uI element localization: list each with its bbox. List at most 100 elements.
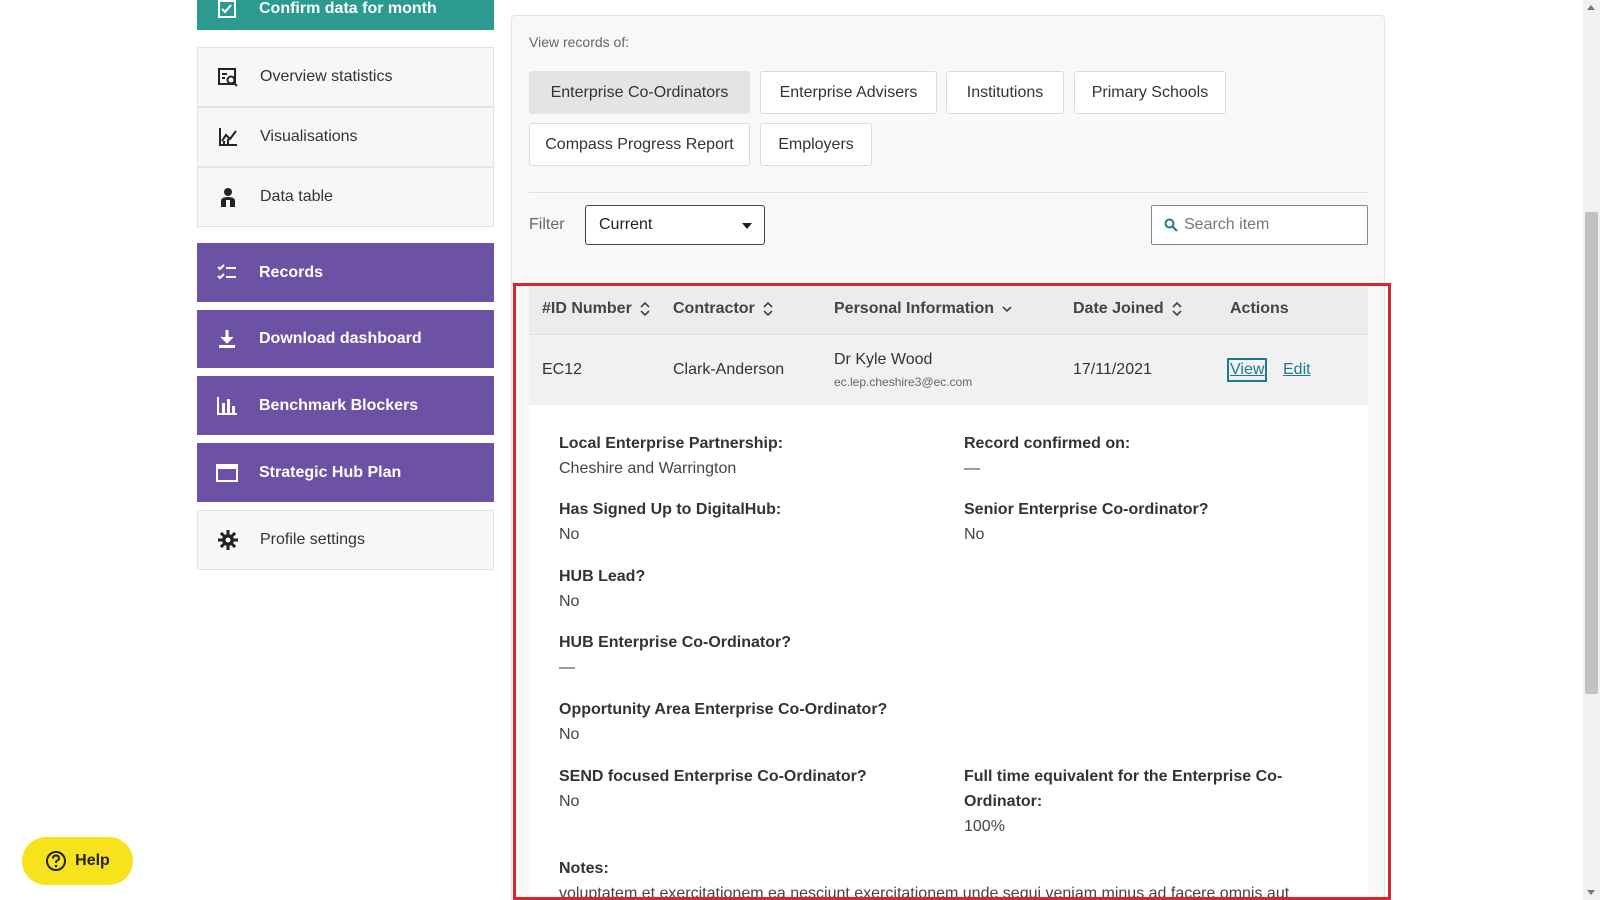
sidebar-item-label: Confirm data for month [259,0,437,17]
column-header-label: Actions [1230,300,1289,317]
help-label: Help [75,852,110,869]
field-label: Has Signed Up to DigitalHub: [559,501,782,518]
sidebar-item-label: Overview statistics [260,68,393,85]
category-enterprise-advisers[interactable]: Enterprise Advisers [760,71,937,114]
field-value: — [964,460,980,477]
field-label: Record confirmed on: [964,435,1131,452]
scroll-up-icon[interactable] [1587,5,1595,10]
column-header-contractor[interactable]: Contractor [673,300,773,318]
table-header: #ID Number Contractor Personal Informati… [529,284,1368,334]
field-label: Senior Enterprise Co-ordinator? [964,501,1209,518]
column-header-label: Contractor [673,300,755,317]
category-compass-progress-report[interactable]: Compass Progress Report [529,123,750,166]
view-link[interactable]: View [1226,358,1268,382]
field-value: 100% [964,818,1005,835]
cell-id: EC12 [542,361,583,378]
column-header-actions: Actions [1230,300,1289,318]
sidebar-item-label: Data table [260,188,333,205]
field-value: No [964,526,985,543]
category-employers[interactable]: Employers [760,123,872,166]
field-label: SEND focused Enterprise Co-Ordinator? [559,768,867,785]
sidebar-item-hub-plan[interactable]: Strategic Hub Plan [197,443,494,502]
scrollbar-thumb[interactable] [1585,212,1598,694]
filter-label: Filter [529,216,565,233]
sidebar-item-label: Records [259,263,324,281]
field-senior-coordinator: Senior Enterprise Co-ordinator? No [964,497,1344,547]
stats-search-icon [216,65,240,89]
field-value: — [559,659,575,676]
column-header-id[interactable]: #ID Number [542,300,650,318]
help-button[interactable]: Help [22,837,133,885]
sidebar-item-records[interactable]: Records [197,243,494,302]
record-details: Local Enterprise Partnership: Cheshire a… [529,405,1368,900]
field-record-confirmed: Record confirmed on: — [964,431,1344,481]
field-value: voluptatem et exercitationem ea nesciunt… [559,885,1290,900]
scrollbar[interactable] [1583,0,1600,900]
field-label: Opportunity Area Enterprise Co-Ordinator… [559,701,888,718]
sidebar-item-benchmark[interactable]: Benchmark Blockers [197,376,494,435]
column-header-label: Date Joined [1073,300,1164,317]
table-row: EC12 Clark-Anderson Dr Kyle Wood ec.lep.… [529,334,1368,405]
window-icon [215,461,239,485]
category-institutions[interactable]: Institutions [946,71,1064,114]
sort-icon [1172,301,1182,317]
field-value: No [559,793,580,810]
field-value: No [559,526,580,543]
column-header-label: Personal Information [834,300,995,317]
divider [529,192,1368,193]
category-enterprise-coordinators[interactable]: Enterprise Co-Ordinators [529,71,750,114]
field-lep: Local Enterprise Partnership: Cheshire a… [559,431,939,481]
field-value: No [559,726,580,743]
gear-icon [216,528,240,552]
field-label: Local Enterprise Partnership: [559,435,784,452]
field-send-focused: SEND focused Enterprise Co-Ordinator? No [559,764,939,814]
records-panel: View records of: Enterprise Co-Ordinator… [511,15,1385,900]
column-header-date[interactable]: Date Joined [1073,300,1182,318]
field-value: No [559,593,580,610]
sidebar-item-profile[interactable]: Profile settings [197,510,494,570]
sidebar-item-confirm-data[interactable]: Confirm data for month [197,0,494,30]
field-value: Cheshire and Warrington [559,460,737,477]
cell-name: Dr Kyle Wood [834,351,933,368]
edit-link[interactable]: Edit [1283,361,1311,379]
sidebar-item-overview[interactable]: Overview statistics [197,47,494,107]
sort-icon [640,301,650,317]
search-box[interactable] [1151,205,1368,245]
bar-chart-icon [215,394,239,418]
field-digitalhub: Has Signed Up to DigitalHub: No [559,497,939,547]
filter-selected-value: Current [599,216,653,233]
chart-icon [216,125,240,149]
cell-date: 17/11/2021 [1073,361,1152,378]
sort-icon [763,301,773,317]
sidebar-item-download[interactable]: Download dashboard [197,310,494,368]
field-hub-lead: HUB Lead? No [559,564,939,614]
view-records-label: View records of: [529,34,630,50]
sidebar-item-data-table[interactable]: Data table [197,167,494,227]
checkbox-icon [215,0,239,21]
search-input[interactable] [1184,216,1354,234]
chevron-down-icon [1002,306,1012,313]
column-header-label: #ID Number [542,300,632,317]
question-icon [46,851,67,871]
sidebar-item-label: Benchmark Blockers [259,396,419,414]
column-header-personal[interactable]: Personal Information [834,300,1012,318]
records-table: #ID Number Contractor Personal Informati… [529,284,1368,900]
field-hub-coordinator: HUB Enterprise Co-Ordinator? — [559,630,939,680]
cell-contractor: Clark-Anderson [673,361,785,378]
sidebar-item-label: Visualisations [260,128,358,145]
filter-dropdown[interactable]: Current [585,205,765,245]
sidebar-item-visualisations[interactable]: Visualisations [197,107,494,167]
person-icon [216,185,240,209]
caret-down-icon [742,223,752,229]
field-label: Full time equivalent for the Enterprise … [964,768,1283,810]
field-opportunity-area: Opportunity Area Enterprise Co-Ordinator… [559,697,939,747]
category-primary-schools[interactable]: Primary Schools [1074,71,1226,114]
scroll-down-icon[interactable] [1587,890,1595,895]
list-check-icon [215,261,239,285]
search-icon [1164,218,1178,232]
sidebar-item-label: Profile settings [260,531,365,548]
field-notes: Notes: voluptatem et exercitationem ea n… [559,856,1339,900]
cell-email: ec.lep.cheshire3@ec.com [834,375,973,389]
download-icon [215,327,239,351]
field-label: HUB Enterprise Co-Ordinator? [559,634,792,651]
